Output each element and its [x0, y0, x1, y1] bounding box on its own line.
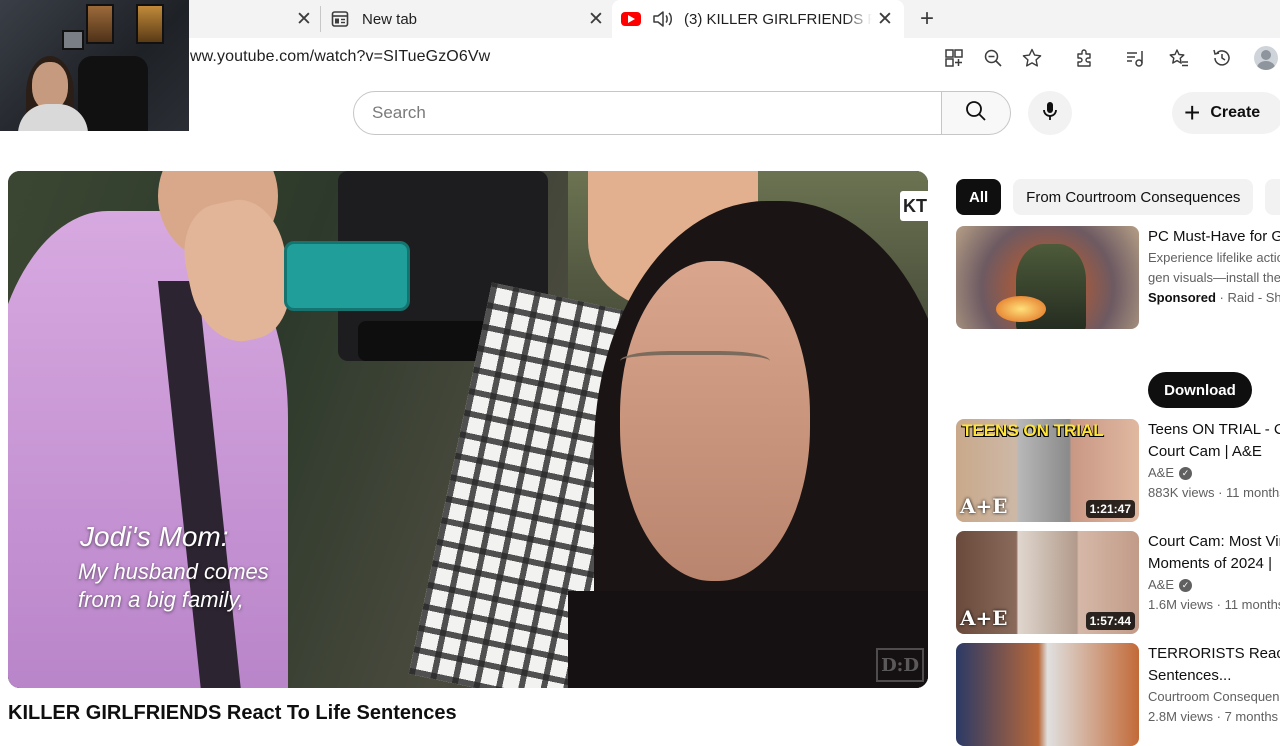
video-frame-phone [284, 241, 410, 311]
close-tab-icon[interactable]: ✕ [296, 8, 312, 31]
plus-icon: + [1184, 97, 1201, 128]
video-thumbnail[interactable]: A+E 1:57:44 [956, 531, 1139, 634]
create-label: Create [1210, 104, 1261, 121]
chip-more[interactable] [1265, 179, 1280, 215]
ad-thumbnail[interactable] [956, 226, 1139, 329]
video-caption-line: from a big family, [78, 587, 244, 612]
tab-new-tab[interactable]: New tab ✕ [322, 0, 612, 38]
video-frame-woman-face [620, 261, 810, 581]
video-player[interactable]: KT D:D Jodi's Mom: My husband comes from… [8, 171, 928, 688]
ad-description: gen visuals—install the [1148, 270, 1280, 285]
search-button[interactable] [941, 91, 1011, 135]
ae-logo: A+E [960, 494, 1008, 518]
ad-meta: PC Must-Have for Gamers Experience lifel… [1148, 226, 1280, 308]
browser-tabstrip: ✕ New tab ✕ (3) KILLER GIRLFRIENDS React… [0, 0, 1280, 38]
verified-check-icon: ✓ [1179, 466, 1193, 480]
duration-badge: 1:21:47 [1085, 500, 1135, 518]
video-title-line[interactable]: Court Cam: Most Viral [1148, 531, 1280, 553]
channel-label: A&E [1148, 577, 1175, 592]
video-thumbnail[interactable] [956, 643, 1139, 746]
history-icon[interactable] [1211, 47, 1233, 69]
sponsored-ad[interactable]: PC Must-Have for Gamers Experience lifel… [956, 226, 1280, 416]
search-input[interactable]: Search [353, 91, 942, 135]
media-control-icon[interactable] [1124, 47, 1146, 69]
new-tab-page-icon [331, 10, 349, 28]
zoom-out-icon[interactable] [982, 47, 1004, 69]
video-title-line[interactable]: TERRORISTS React To [1148, 643, 1280, 665]
webcam-overlay [0, 0, 189, 131]
download-button[interactable]: Download [1148, 372, 1252, 408]
network-watermark: D:D [876, 648, 924, 682]
recommended-video[interactable]: TERRORISTS React To Sentences... Courtro… [956, 643, 1280, 746]
wall-poster [86, 4, 114, 44]
ad-title[interactable]: PC Must-Have for Gamers [1148, 226, 1280, 248]
channel-name[interactable]: Courtroom Consequences [1148, 687, 1280, 707]
search-icon [964, 99, 988, 128]
extensions-icon[interactable] [1074, 47, 1096, 69]
profile-avatar-icon[interactable] [1254, 46, 1278, 70]
ad-thumbnail-fire [996, 296, 1046, 322]
create-button[interactable]: + Create [1172, 92, 1280, 134]
channel-name[interactable]: A&E ✓ [1148, 575, 1280, 595]
ad-description: Experience lifelike action [1148, 250, 1280, 265]
video-meta: Teens ON TRIAL - Court Court Cam | A&E A… [1148, 419, 1280, 503]
tab-previous[interactable]: ✕ [190, 0, 318, 38]
recommended-video[interactable]: A+E 1:57:44 Court Cam: Most Viral Moment… [956, 531, 1280, 634]
url-text[interactable]: ww.youtube.com/watch?v=SITueGzO6Vw [190, 48, 490, 66]
close-tab-icon[interactable]: ✕ [877, 8, 893, 31]
video-stats: 1.6M views · 11 months ago [1148, 597, 1280, 612]
tab-label: New tab [362, 10, 418, 28]
video-meta: Court Cam: Most Viral Moments of 2024 | … [1148, 531, 1280, 615]
verified-check-icon: ✓ [1179, 578, 1193, 592]
favorites-icon[interactable] [1168, 47, 1190, 69]
new-tab-button[interactable]: + [914, 0, 940, 38]
wall-poster [62, 30, 84, 50]
thumbnail-banner-text: TEENS ON TRIAL [962, 421, 1104, 440]
video-frame-glasses [620, 351, 770, 381]
sponsored-line: Sponsored · Raid - Shadow Legends [1148, 288, 1280, 308]
voice-search-button[interactable] [1028, 91, 1072, 135]
youtube-favicon-icon [621, 12, 641, 26]
channel-label: Courtroom Consequences [1148, 689, 1280, 704]
channel-name[interactable]: A&E ✓ [1148, 463, 1280, 483]
video-meta: TERRORISTS React To Sentences... Courtro… [1148, 643, 1280, 727]
video-caption-speaker: Jodi's Mom: [80, 521, 229, 552]
close-tab-icon[interactable]: ✕ [588, 8, 604, 31]
station-badge: KT [900, 191, 928, 221]
tab-label: (3) KILLER GIRLFRIENDS React To Life Sen… [684, 10, 872, 28]
video-title-line[interactable]: Court Cam | A&E [1148, 441, 1280, 463]
video-title-line[interactable]: Teens ON TRIAL - Court [1148, 419, 1280, 441]
wall-poster [136, 4, 164, 44]
speaker-icon[interactable] [652, 9, 674, 29]
video-title-line[interactable]: Moments of 2024 | [1148, 553, 1280, 575]
video-stats: 883K views · 11 months ago [1148, 485, 1280, 500]
sponsored-label: Sponsored [1148, 290, 1216, 305]
video-frame-dark-top [568, 591, 928, 688]
advertiser-name: · Raid - Shadow Legends [1219, 290, 1280, 305]
recommended-video[interactable]: TEENS ON TRIAL A+E 1:21:47 Teens ON TRIA… [956, 419, 1280, 522]
filter-chips: All From Courtroom Consequences [956, 179, 1280, 215]
favorite-star-icon[interactable] [1021, 47, 1043, 69]
ae-logo: A+E [960, 606, 1008, 630]
streamer-face [32, 62, 68, 110]
video-stats: 2.8M views · 7 months ago [1148, 709, 1280, 724]
microphone-icon [1038, 99, 1062, 128]
video-thumbnail[interactable]: TEENS ON TRIAL A+E 1:21:47 [956, 419, 1139, 522]
video-title: KILLER GIRLFRIENDS React To Life Sentenc… [8, 702, 457, 724]
chip-from-channel[interactable]: From Courtroom Consequences [1013, 179, 1254, 215]
tab-youtube-active[interactable]: (3) KILLER GIRLFRIENDS React To Life Sen… [612, 0, 904, 38]
gaming-chair [78, 56, 148, 131]
tab-divider [320, 6, 321, 32]
duration-badge: 1:57:44 [1085, 612, 1135, 630]
video-title-line[interactable]: Sentences... [1148, 665, 1280, 687]
video-caption-line: My husband comes [78, 559, 269, 584]
chip-all[interactable]: All [956, 179, 1002, 215]
channel-label: A&E [1148, 465, 1175, 480]
apps-icon[interactable] [943, 47, 965, 69]
